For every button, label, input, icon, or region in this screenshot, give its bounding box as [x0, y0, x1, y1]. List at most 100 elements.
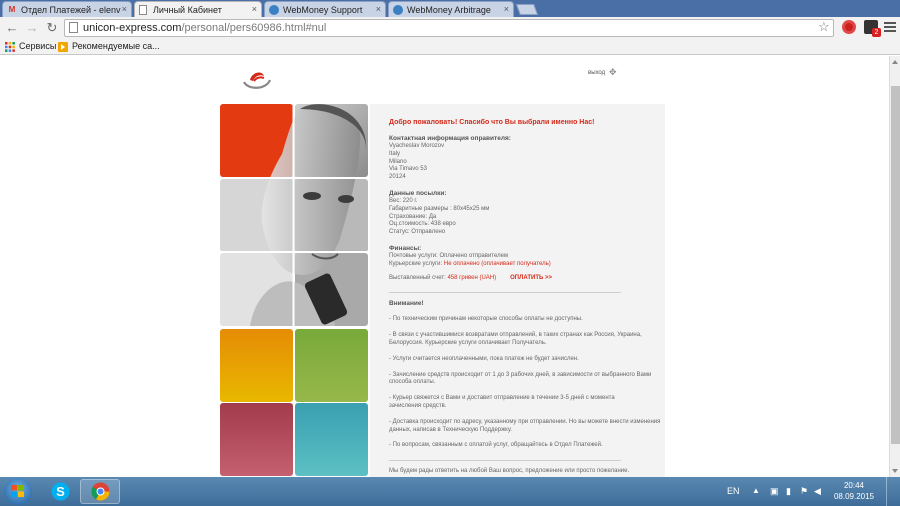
postal-services: Почтовые услуги: Оплачено отправителем — [389, 252, 509, 259]
page-icon — [139, 5, 147, 15]
scroll-down-icon[interactable] — [892, 469, 898, 473]
note-item: - Курьер свяжется с Вами и доставит отпр… — [389, 395, 615, 409]
parcel-value: Оц.стоимость: 438 евро — [389, 221, 456, 228]
attention-heading: Внимание! — [389, 300, 424, 308]
note-item: - По вопросам, связанным с оплатой услуг… — [389, 442, 603, 449]
note-item: - В связи с участившимися возвратами отп… — [389, 332, 642, 346]
invoice-amount: 458 гривен (UAH) — [447, 274, 497, 281]
close-icon[interactable]: × — [504, 4, 509, 14]
skype-icon: S — [51, 482, 70, 501]
page-icon — [69, 22, 78, 33]
courier-services: Курьерские услуги: Не оплачено (оплачива… — [389, 261, 665, 269]
bookmark-icon — [58, 42, 68, 52]
courier-label: Курьерские услуги: — [389, 260, 444, 267]
address-bar[interactable]: unicon-express.com/personal/pers60986.ht… — [64, 19, 834, 37]
screen: M Отдел Платежей - elenv × Личный Кабине… — [0, 0, 900, 506]
sender-street: Via Timavo 53 — [389, 166, 427, 173]
webmoney-icon — [269, 5, 279, 15]
bookmark-star-icon[interactable]: ☆ — [818, 19, 830, 35]
clock-time: 20:44 — [843, 481, 865, 490]
tray-app-icon[interactable]: ▣ — [770, 486, 779, 497]
windows-taskbar: S EN ▲ ▣ ▮ ⚑ ◀ 20:44 08.09.2015 — [0, 477, 900, 506]
close-icon[interactable]: × — [122, 4, 127, 14]
sender-city: Milano — [389, 158, 407, 165]
bookmark-label: Сервисы — [19, 41, 57, 51]
invoice-line: Выставленный счет: 458 гривен (UAH) ОПЛАТ… — [389, 275, 665, 283]
scroll-up-icon[interactable] — [892, 60, 898, 64]
tab-personal-cabinet[interactable]: Личный Кабинет × — [134, 1, 262, 17]
page-scrollbar[interactable] — [889, 56, 900, 477]
tab-title: Отдел Платежей - elenv — [21, 5, 121, 15]
close-icon[interactable]: × — [252, 4, 257, 14]
divider — [389, 460, 621, 462]
invoice-label: Выставленный счет: — [389, 274, 448, 281]
system-clock[interactable]: 20:44 08.09.2015 — [832, 480, 876, 502]
tab-title: WebMoney Support — [283, 5, 363, 15]
bookmark-label: Рекомендуемые са... — [72, 41, 160, 51]
pay-link[interactable]: ОПЛАТИТЬ >> — [510, 275, 552, 281]
start-button[interactable] — [4, 478, 32, 505]
volume-icon[interactable]: ◀ — [814, 486, 821, 497]
sender-country: Italy — [389, 150, 401, 157]
courier-status: Не оплачено (оплачивает получатель) — [443, 260, 551, 267]
tab-webmoney-support[interactable]: WebMoney Support × — [264, 1, 386, 17]
parcel-status: Статус: Отправлено — [389, 229, 446, 236]
windows-logo-icon — [11, 485, 24, 497]
chrome-menu-button[interactable] — [884, 20, 896, 34]
taskbar-skype[interactable]: S — [40, 479, 80, 504]
url-path: /personal/pers60986.html#nul — [181, 22, 327, 34]
tile-orange — [220, 329, 293, 402]
parcel-insurance: Страхование: Да — [389, 213, 437, 220]
bookmark-recommended[interactable]: Рекомендуемые са... — [58, 41, 160, 52]
parcel-weight: Вес: 220 г. — [389, 197, 418, 204]
tab-strip: M Отдел Платежей - elenv × Личный Кабине… — [0, 0, 900, 17]
apps-grid-icon — [5, 42, 15, 52]
show-desktop-button[interactable] — [886, 477, 900, 506]
note-item: - Услуги считается неоплаченными, пока п… — [389, 355, 579, 362]
sender-heading: Контактная информация оправителя: — [389, 135, 511, 142]
info-panel: Добро пожаловать! Спасибо что Вы выбрали… — [370, 104, 665, 477]
note-item: - Доставка происходит по адресу, указанн… — [389, 418, 661, 433]
page-viewport: выход ✥ Добро пожаловать! Спасибо что Вы… — [0, 56, 889, 477]
note-item: - По техническим причинам некоторые спос… — [389, 316, 583, 323]
unicon-logo — [243, 72, 272, 89]
tab-title: WebMoney Arbitrage — [407, 5, 491, 15]
reload-button[interactable]: ↻ — [44, 20, 60, 36]
tile-mosaic — [220, 104, 368, 477]
url-host: unicon-express.com — [83, 22, 182, 34]
bookmarks-bar: Сервисы Рекомендуемые са... — [0, 39, 900, 55]
network-icon[interactable]: ▮ — [786, 486, 791, 497]
chrome-icon — [91, 482, 110, 501]
bookmark-apps[interactable]: Сервисы — [5, 41, 57, 52]
new-tab-button[interactable] — [515, 4, 539, 15]
extension-badge: 2 — [872, 28, 881, 37]
close-icon[interactable]: × — [376, 4, 381, 14]
clock-date: 08.09.2015 — [833, 492, 875, 501]
tile-rose — [220, 403, 293, 476]
extension-icon[interactable]: 2 — [864, 20, 881, 37]
tray-expand-icon[interactable]: ▲ — [752, 486, 760, 495]
forward-button[interactable]: → — [24, 20, 40, 36]
flag-icon[interactable]: ⚑ — [800, 486, 808, 497]
language-indicator[interactable]: EN — [727, 486, 740, 496]
tile-green — [295, 329, 368, 402]
scrollbar-thumb[interactable] — [891, 86, 900, 444]
footer-text: Мы будем рады ответить на любой Ваш вопр… — [389, 468, 630, 475]
sender-name: Vyacheslav Morozov — [389, 143, 445, 149]
opera-extension-icon[interactable] — [842, 20, 856, 34]
taskbar-chrome[interactable] — [80, 479, 120, 504]
parcel-dimensions: Габаритные размеры : 80х45х25 мм — [389, 205, 490, 212]
browser-toolbar: ← → ↻ unicon-express.com/personal/pers60… — [0, 17, 900, 39]
welcome-message: Добро пожаловать! Спасибо что Вы выбрали… — [389, 119, 595, 126]
tab-payments[interactable]: M Отдел Платежей - elenv × — [2, 1, 132, 17]
finance-heading: Финансы: — [389, 244, 422, 252]
divider — [389, 292, 621, 294]
tab-webmoney-arbitrage[interactable]: WebMoney Arbitrage × — [388, 1, 514, 17]
back-button[interactable]: ← — [4, 20, 20, 36]
logout-icon[interactable]: ✥ — [609, 67, 617, 78]
svg-text:S: S — [56, 484, 65, 499]
tile-teal — [295, 403, 368, 476]
logout-link[interactable]: выход — [588, 70, 605, 76]
parcel-heading: Данные посылки: — [389, 189, 447, 197]
note-item: - Зачисление средств происходит от 1 до … — [389, 371, 652, 386]
